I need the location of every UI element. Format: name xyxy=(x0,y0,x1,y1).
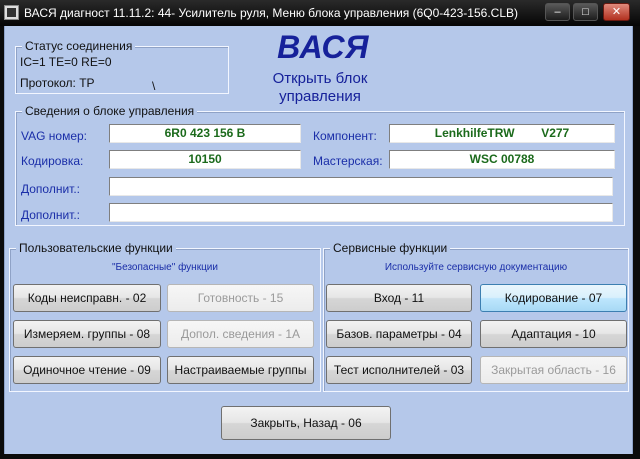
workshop-label: Мастерская: xyxy=(313,154,383,168)
extra-info-label-2: Дополнит.: xyxy=(21,208,81,222)
fault-codes-button[interactable]: Коды неисправн. - 02 xyxy=(13,284,161,312)
basic-settings-button[interactable]: Базов. параметры - 04 xyxy=(326,320,472,348)
window-title: ВАСЯ диагност 11.11.2: 44- Усилитель рул… xyxy=(24,6,518,20)
extra-info-button[interactable]: Допол. сведения - 1A xyxy=(167,320,314,348)
title-bar: ВАСЯ диагност 11.11.2: 44- Усилитель рул… xyxy=(0,0,640,26)
single-reading-button[interactable]: Одиночное чтение - 09 xyxy=(13,356,161,384)
vag-number-field: 6R0 423 156 B xyxy=(109,124,301,143)
security-access-button[interactable]: Закрытая область - 16 xyxy=(480,356,627,384)
protocol-text: Протокол: TP xyxy=(20,76,95,90)
close-back-button[interactable]: Закрыть, Назад - 06 xyxy=(221,406,391,440)
coding-label: Кодировка: xyxy=(21,154,84,168)
open-block-status: Открыть блок управления xyxy=(272,70,368,105)
user-functions-title: Пользовательские функции xyxy=(16,241,176,255)
vag-number-label: VAG номер: xyxy=(21,129,88,143)
user-functions-subtitle: "Безопасные" функции xyxy=(112,262,218,273)
coding-field: 10150 xyxy=(109,150,301,169)
main-window: Статус соединения IC=1 TE=0 RE=0 Протоко… xyxy=(4,26,633,454)
extra-info-field-2 xyxy=(109,203,613,222)
connection-status-group: Статус соединения IC=1 TE=0 RE=0 Протоко… xyxy=(15,39,229,94)
component-field: LenkhilfeTRW V277 xyxy=(389,124,615,143)
connection-status-title: Статус соединения xyxy=(22,39,136,53)
component-label: Компонент: xyxy=(313,129,377,143)
custom-groups-button[interactable]: Настраиваемые группы xyxy=(167,356,314,384)
connection-counters: IC=1 TE=0 RE=0 xyxy=(20,55,112,69)
login-button[interactable]: Вход - 11 xyxy=(326,284,472,312)
activity-spinner: \ xyxy=(152,79,156,93)
readiness-button[interactable]: Готовность - 15 xyxy=(167,284,314,312)
coding-button[interactable]: Кодирование - 07 xyxy=(480,284,627,312)
workshop-code-field: WSC 00788 xyxy=(389,150,615,169)
service-functions-subtitle: Используйте сервисную документацию xyxy=(384,262,568,273)
vasya-logo: ВАСЯ xyxy=(277,29,369,65)
maximize-button[interactable]: □ xyxy=(573,3,598,21)
adaptation-button[interactable]: Адаптация - 10 xyxy=(480,320,627,348)
service-functions-title: Сервисные функции xyxy=(330,241,451,255)
extra-info-label-1: Дополнит.: xyxy=(21,182,81,196)
output-test-button[interactable]: Тест исполнителей - 03 xyxy=(326,356,472,384)
module-info-group: Сведения о блоке управления VAG номер: 6… xyxy=(15,104,625,226)
measuring-groups-button[interactable]: Измеряем. группы - 08 xyxy=(13,320,161,348)
extra-info-field-1 xyxy=(109,177,613,196)
minimize-button[interactable]: ‒ xyxy=(545,3,570,21)
module-info-title: Сведения о блоке управления xyxy=(22,104,198,118)
close-window-button[interactable]: ✕ xyxy=(603,3,630,21)
app-icon xyxy=(4,5,19,20)
